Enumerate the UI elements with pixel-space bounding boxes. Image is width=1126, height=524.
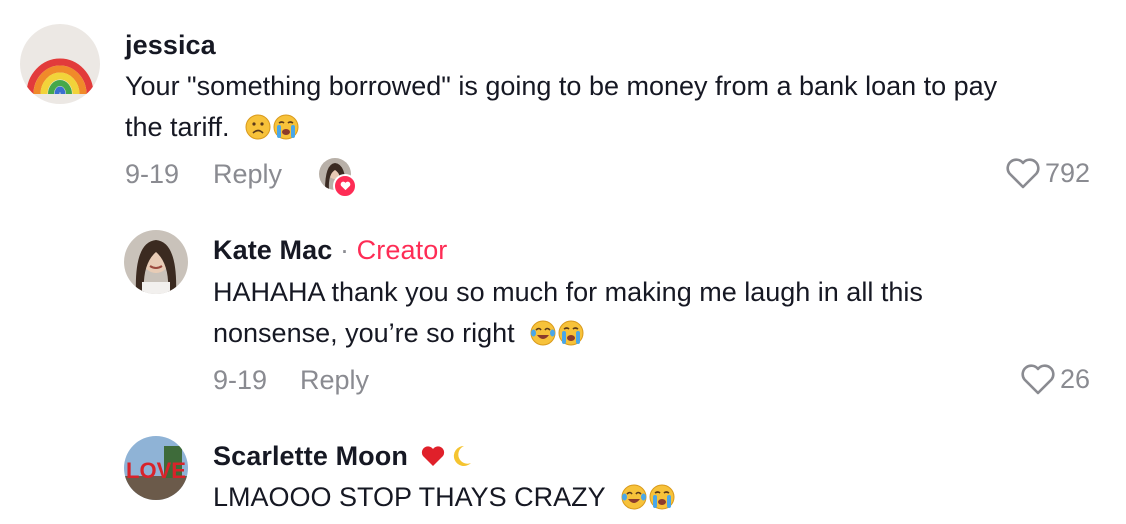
like-count: 26 [1060,364,1091,394]
reply-button[interactable]: Reply [300,365,369,396]
avatar-jessica[interactable] [20,24,100,104]
like-button[interactable]: 26 [1020,363,1090,396]
heart-outline-icon [1021,364,1055,395]
comment-text-line2: the tariff. [125,107,299,148]
frowning-face-emoji [245,114,271,140]
comment-username[interactable]: Scarlette Moon [213,441,408,471]
loudly-crying-face-emoji [273,114,299,140]
comment-text-line2: nonsense, you’re so right [213,313,584,354]
heart-outline-icon [1006,158,1040,189]
comment-date: 9-19 [213,365,268,395]
loudly-crying-face-emoji [558,320,584,346]
comment-username[interactable]: Kate Mac [213,235,332,265]
like-button[interactable]: 792 [1005,157,1090,190]
tears-of-joy-emoji [621,484,647,510]
creator-badge: Creator [356,235,448,265]
comment-text-line1: HAHAHA thank you so much for making me l… [213,277,923,307]
tears-of-joy-emoji [530,320,556,346]
separator-dot: · [339,235,350,265]
comment-username-line: Scarlette Moon [213,441,474,472]
comment-date: 9-19 [125,159,180,189]
avatar-kate-mac[interactable] [124,230,188,294]
reply-button[interactable]: Reply [213,159,282,190]
comment-text-line2-content: nonsense, you’re so right [213,318,515,348]
comment-text-line1: Your "something borrowed" is going to be… [125,71,998,101]
comment-text-content: LMAOOO STOP THAYS CRAZY [213,482,606,512]
like-count: 792 [1045,158,1091,188]
comment-text-line2-content: the tariff. [125,112,230,142]
heart-icon [333,174,357,198]
comment-username[interactable]: jessica [125,30,216,61]
liked-by-creator-indicator[interactable] [319,158,357,198]
comment-username-line: Kate Mac · Creator [213,235,447,266]
comment-text-line1: LMAOOO STOP THAYS CRAZY [213,477,675,518]
loudly-crying-face-emoji [649,484,675,510]
crescent-moon-emoji [448,443,474,469]
red-heart-emoji [420,443,446,469]
avatar-scarlette-moon[interactable]: LOVE [124,436,188,500]
avatar-love-sign: LOVE [126,458,186,483]
